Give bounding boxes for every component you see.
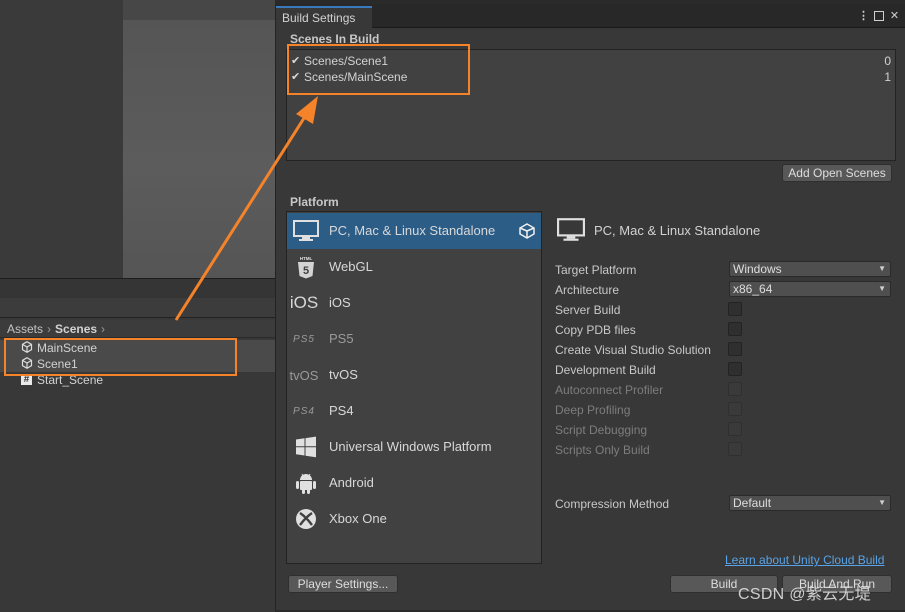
window-titlebar: Build Settings ⋮ ✕ [276,4,905,28]
platform-label: Android [329,475,374,490]
platform-item-ps5[interactable]: PS5 PS5 [287,321,541,357]
caret-down-icon: ▼ [878,284,886,293]
dropdown-value: x86_64 [733,282,773,296]
development-build-label: Development Build [555,363,656,377]
platform-item-xbox[interactable]: Xbox One [287,501,541,537]
windows-icon [293,435,319,459]
scene-view-toolbar [123,0,275,20]
platform-item-android[interactable]: Android [287,465,541,501]
platform-item-ios[interactable]: iOS iOS [287,285,541,321]
caret-down-icon: ▼ [878,264,886,273]
platform-header: Platform [290,195,339,209]
highlight-box-assets [4,338,237,376]
window-controls: ⋮ ✕ [858,7,900,25]
project-toolbar [0,298,275,318]
target-platform-dropdown[interactable]: Windows ▼ [729,261,891,277]
breadcrumb-scenes[interactable]: Scenes [55,322,97,336]
chevron-right-icon: › [101,322,106,336]
dropdown-value: Default [733,496,772,510]
ps4-icon: PS4 [293,405,315,417]
platform-label: PS4 [329,403,354,418]
platform-list[interactable]: PC, Mac & Linux Standalone HTML 5 WebGL i… [286,211,542,564]
cloud-build-link[interactable]: Learn about Unity Cloud Build [725,553,884,567]
server-build-label: Server Build [555,303,621,317]
create-vs-solution-label: Create Visual Studio Solution [555,343,711,357]
html5-icon: HTML 5 [293,255,319,279]
build-settings-window: Build Settings ⋮ ✕ Scenes In Build ✔ Sce… [275,4,905,610]
panel-divider[interactable] [0,278,275,298]
deep-profiling-label: Deep Profiling [555,403,631,417]
player-settings-button[interactable]: Player Settings... [288,575,398,593]
tvos-icon: tvOS [289,367,319,383]
development-build-checkbox[interactable] [728,362,742,376]
script-debugging-checkbox [728,422,742,436]
caret-down-icon: ▼ [878,498,886,507]
kebab-menu-icon[interactable]: ⋮ [858,10,869,22]
target-platform-label: Target Platform [555,263,637,277]
compression-method-dropdown[interactable]: Default ▼ [729,495,891,511]
platform-label: PS5 [329,331,354,346]
platform-item-uwp[interactable]: Universal Windows Platform [287,429,541,465]
platform-label: Xbox One [329,511,387,526]
scene-index: 0 [884,54,891,68]
ps5-icon: PS5 [293,333,315,345]
watermark: CSDN @紫云无堤 [738,586,872,603]
chevron-right-icon: › [47,322,52,336]
copy-pdb-label: Copy PDB files [555,323,636,337]
scripts-only-build-label: Scripts Only Build [555,443,650,457]
window-tab[interactable]: Build Settings [276,6,372,28]
server-build-checkbox[interactable] [728,302,742,316]
script-debugging-label: Script Debugging [555,423,648,437]
monitor-icon [557,217,585,245]
close-icon[interactable]: ✕ [889,10,900,22]
platform-item-tvos[interactable]: tvOS tvOS [287,357,541,393]
compression-method-label: Compression Method [555,497,670,511]
platform-item-standalone[interactable]: PC, Mac & Linux Standalone [287,213,541,249]
highlight-box-scenes [287,44,470,95]
architecture-dropdown[interactable]: x86_64 ▼ [729,281,891,297]
svg-text:5: 5 [303,265,309,277]
platform-item-ps4[interactable]: PS4 PS4 [287,393,541,429]
dropdown-value: Windows [733,262,782,276]
platform-label: Universal Windows Platform [329,439,492,454]
platform-label: WebGL [329,259,373,274]
create-vs-solution-checkbox[interactable] [728,342,742,356]
platform-item-webgl[interactable]: HTML 5 WebGL [287,249,541,285]
breadcrumb: Assets › Scenes › [0,320,275,338]
ios-icon: iOS [289,293,319,312]
deep-profiling-checkbox [728,402,742,416]
platform-label: tvOS [329,367,358,382]
hierarchy-panel [0,0,123,278]
architecture-label: Architecture [555,283,620,297]
add-open-scenes-button[interactable]: Add Open Scenes [782,164,892,182]
xbox-icon [293,507,319,531]
platform-details-title: PC, Mac & Linux Standalone [594,223,761,238]
maximize-icon[interactable] [874,11,884,21]
breadcrumb-assets[interactable]: Assets [7,322,43,336]
scene-view[interactable] [123,0,275,278]
svg-text:HTML: HTML [300,256,313,261]
monitor-icon [293,219,319,243]
scripts-only-build-checkbox [728,442,742,456]
autoconnect-profiler-label: Autoconnect Profiler [555,383,664,397]
scene-index: 1 [884,70,891,84]
copy-pdb-checkbox[interactable] [728,322,742,336]
unity-logo-icon [519,223,535,239]
platform-label: iOS [329,295,351,310]
platform-label: PC, Mac & Linux Standalone [329,223,496,238]
autoconnect-profiler-checkbox [728,382,742,396]
android-icon [293,471,319,495]
